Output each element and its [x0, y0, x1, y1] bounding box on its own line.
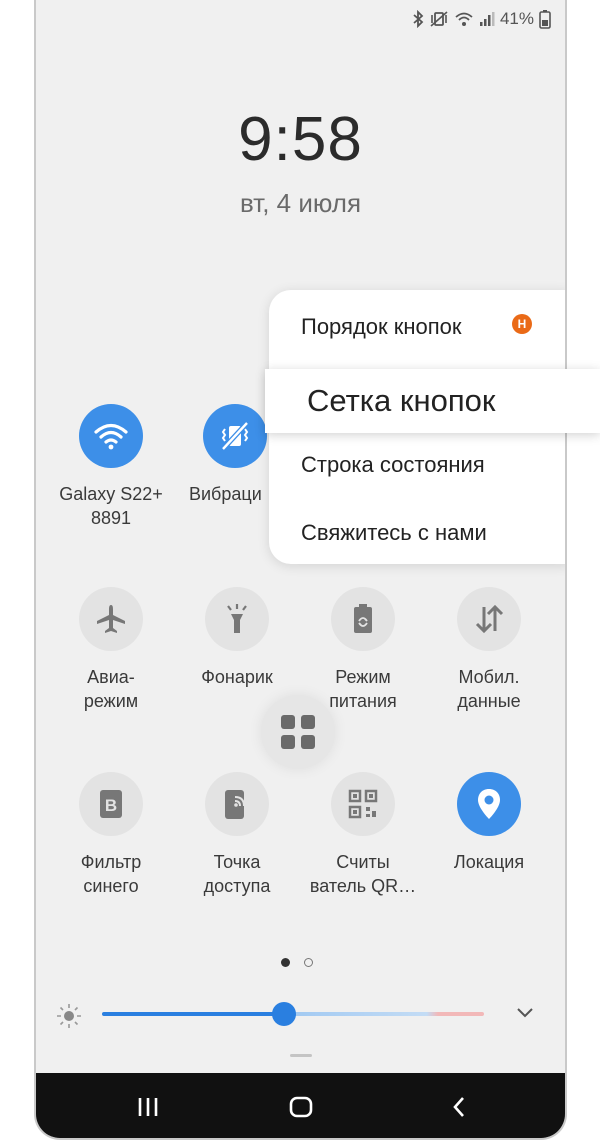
wifi-icon: [94, 423, 128, 450]
brightness-slider-thumb[interactable]: [272, 1002, 296, 1026]
tile-power-mode[interactable]: Режим питания: [300, 587, 426, 713]
menu-item-label: Свяжитесь с нами: [301, 520, 487, 545]
recents-icon: [138, 1098, 158, 1116]
page-indicator: [281, 958, 313, 967]
vibrate-toggle[interactable]: [203, 404, 267, 468]
tile-qr-scanner[interactable]: Считы ватель QR…: [300, 772, 426, 898]
menu-item-label: Строка состояния: [301, 452, 485, 477]
hotspot-icon: [225, 790, 245, 819]
new-badge: Н: [512, 314, 532, 334]
bluetooth-icon: [412, 10, 424, 28]
tile-flashlight[interactable]: Фонарик: [174, 587, 300, 689]
power-mode-toggle[interactable]: [331, 587, 395, 651]
tile-label: Galaxy S22+ 8891: [59, 484, 163, 528]
navigation-bar: [36, 1073, 565, 1138]
tile-blue-filter[interactable]: B Фильтр синего: [48, 772, 174, 898]
clock-date: вт, 4 июля: [239, 188, 362, 218]
mobile-data-toggle[interactable]: [457, 587, 521, 651]
menu-item-button-order[interactable]: Порядок кнопок: [301, 314, 462, 340]
blue-light-filter-icon: B: [100, 790, 122, 818]
tile-wifi[interactable]: Galaxy S22+ 8891: [48, 404, 174, 530]
tile-mobile-data[interactable]: Мобил. данные: [426, 587, 552, 713]
back-button[interactable]: [448, 1093, 470, 1121]
wifi-toggle[interactable]: [79, 404, 143, 468]
hotspot-toggle[interactable]: [205, 772, 269, 836]
home-button[interactable]: [288, 1093, 314, 1121]
wifi-icon: [454, 10, 474, 28]
tile-hotspot[interactable]: Точка доступа: [174, 772, 300, 898]
menu-item-button-grid[interactable]: Сетка кнопок: [265, 369, 600, 433]
flashlight-toggle[interactable]: [205, 587, 269, 651]
clock-time: 9:58: [238, 105, 363, 174]
airplane-toggle[interactable]: [79, 587, 143, 651]
panel-drag-handle[interactable]: [290, 1054, 312, 1057]
page-dot-active[interactable]: [281, 958, 290, 967]
vibrate-icon: [429, 10, 449, 28]
home-icon: [289, 1096, 313, 1118]
menu-item-status-bar[interactable]: Строка состояния: [301, 452, 485, 478]
tile-airplane[interactable]: Авиа- режим: [48, 587, 174, 713]
back-icon: [453, 1097, 464, 1117]
tile-label: Мобил. данные: [457, 667, 521, 711]
flashlight-icon: [227, 604, 247, 633]
recents-button[interactable]: [136, 1093, 160, 1121]
chevron-down-icon[interactable]: [516, 1006, 534, 1025]
battery-saver-icon: [354, 604, 372, 633]
menu-item-label: Порядок кнопок: [301, 314, 462, 339]
status-bar: 41%: [412, 8, 551, 30]
tile-location[interactable]: Локация: [426, 772, 552, 874]
menu-item-label: Сетка кнопок: [307, 383, 496, 418]
brightness-icon: [56, 1003, 82, 1034]
qr-scanner-icon: [348, 789, 378, 819]
tile-label: Точка доступа: [203, 852, 271, 896]
tile-label: Фильтр синего: [80, 852, 142, 896]
grid-icon: [281, 715, 315, 749]
tile-label: Считы ватель QR…: [309, 852, 417, 896]
phone-screen: 41% 9:58 вт, 4 июля Galaxy S22+ 8891 Виб…: [34, 0, 567, 1140]
blue-filter-toggle[interactable]: B: [79, 772, 143, 836]
airplane-icon: [97, 605, 125, 633]
menu-item-contact-us[interactable]: Свяжитесь с нами: [301, 520, 487, 546]
qr-scanner-toggle[interactable]: [331, 772, 395, 836]
svg-text:B: B: [105, 796, 117, 815]
button-grid-button[interactable]: [261, 695, 335, 769]
battery-icon: [539, 9, 551, 29]
location-icon: [478, 789, 500, 819]
mobile-data-icon: [475, 604, 504, 634]
location-toggle[interactable]: [457, 772, 521, 836]
tile-label: Локация: [453, 852, 525, 872]
signal-icon: [479, 10, 495, 28]
battery-percent: 41%: [499, 9, 534, 28]
tile-label: Фонарик: [201, 667, 273, 687]
vibrate-icon: [221, 421, 249, 451]
tile-label: Авиа- режим: [83, 667, 139, 711]
page-dot-inactive[interactable]: [304, 958, 313, 967]
